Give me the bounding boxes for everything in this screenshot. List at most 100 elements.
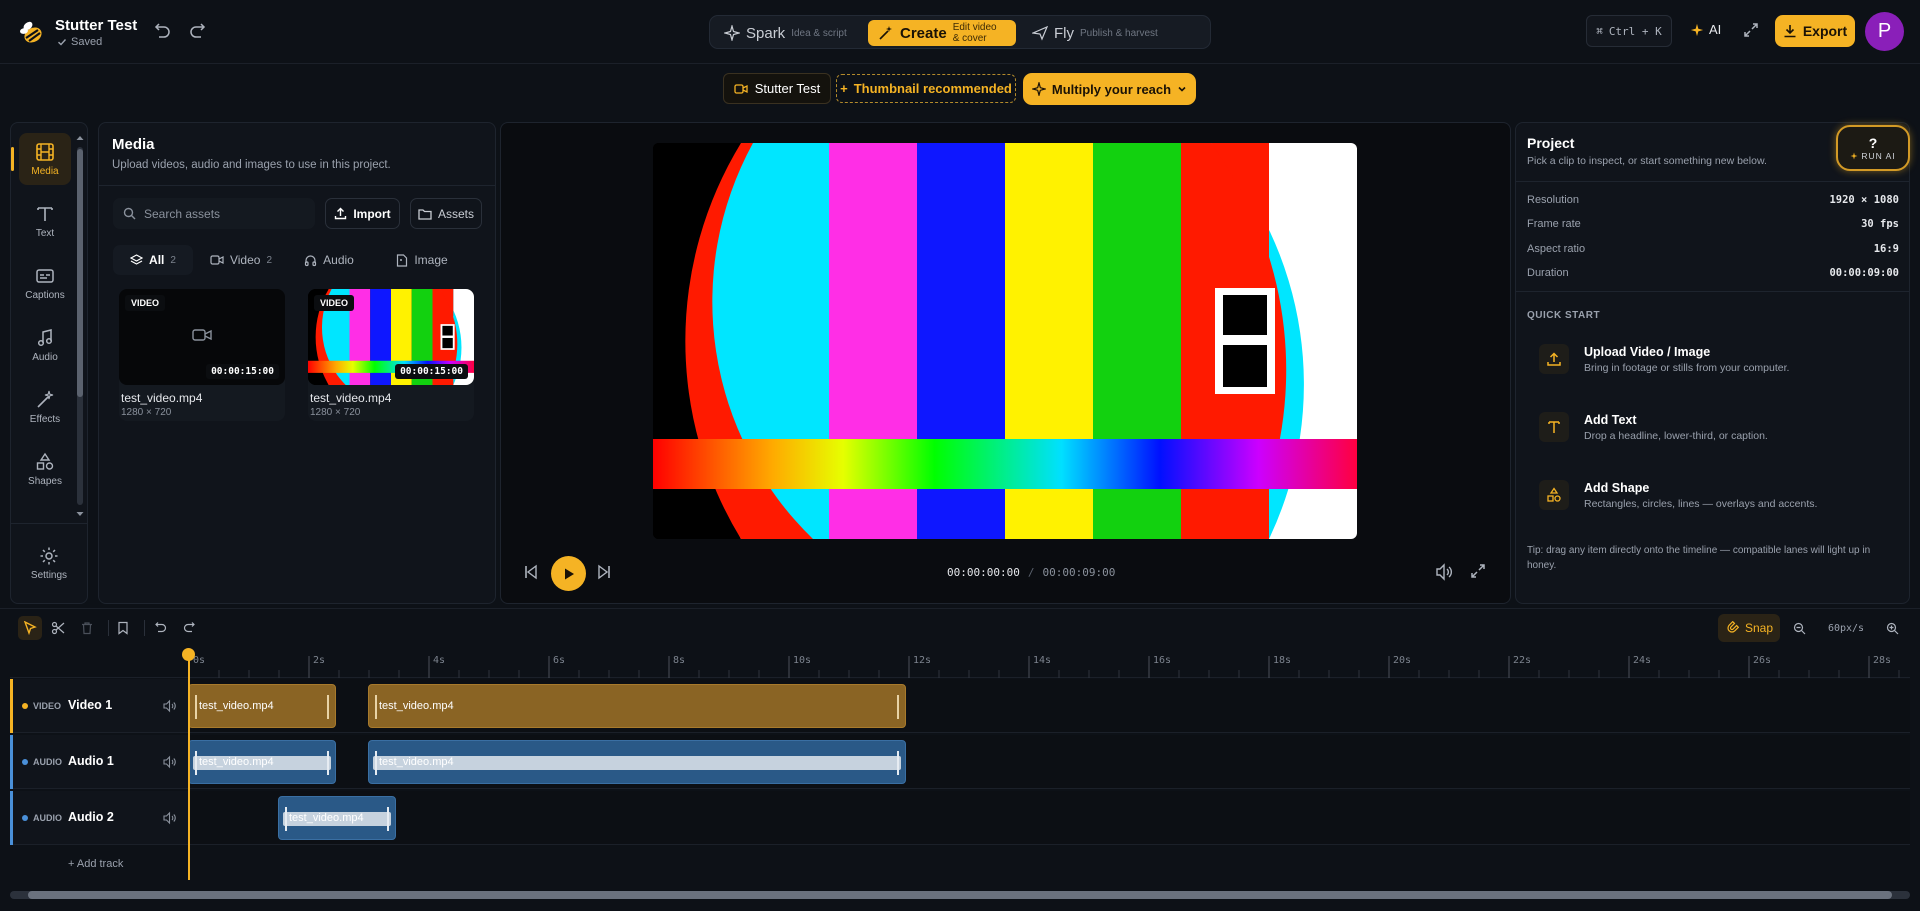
filter-tab-all[interactable]: All 2 (113, 245, 193, 275)
quick-start-add-shape[interactable]: Add Shape Rectangles, circles, lines — o… (1527, 470, 1897, 522)
user-avatar[interactable]: P (1865, 12, 1904, 51)
clip-trim-handle-right[interactable] (327, 695, 329, 719)
filter-tab-audio[interactable]: Audio (289, 245, 369, 275)
import-button[interactable]: Import (325, 198, 400, 229)
sparkle-icon (1031, 82, 1046, 96)
search-box[interactable] (113, 198, 315, 229)
snap-toggle[interactable]: Snap (1718, 614, 1780, 642)
undo-button[interactable] (153, 22, 173, 42)
search-input[interactable] (144, 206, 304, 221)
track-mute-button[interactable] (162, 754, 178, 770)
clip-trim-handle-right[interactable] (387, 807, 389, 831)
check-icon (57, 37, 67, 47)
filter-tab-video[interactable]: Video 2 (201, 245, 281, 275)
rail-item-text[interactable]: Text (19, 195, 71, 247)
asset-card-2[interactable]: VIDEO 00:00:15:00 test_video.mp4 1280 × … (308, 289, 474, 421)
video-clip[interactable]: test_video.mp4 (188, 684, 336, 728)
timeline-redo-button[interactable] (177, 616, 201, 640)
scroll-down-icon (76, 512, 84, 516)
ruler-label: 14s (1033, 655, 1051, 666)
zoom-in-button[interactable] (1886, 622, 1899, 635)
timeline-scroll-thumb[interactable] (28, 891, 1892, 899)
zoom-out-button[interactable] (1793, 622, 1806, 635)
delete-button[interactable] (75, 616, 99, 640)
sparkle-icon (724, 25, 740, 41)
chevron-down-icon (1177, 84, 1187, 94)
rail-item-media[interactable]: Media (11, 133, 71, 185)
add-track-button[interactable]: + Add track (68, 858, 123, 870)
rail-item-shapes[interactable]: Shapes (19, 443, 71, 495)
ruler-label: 2s (313, 655, 325, 666)
filter-tab-image[interactable]: Image (377, 245, 467, 275)
playhead-handle[interactable] (182, 648, 195, 661)
film-icon (35, 142, 55, 162)
track-header-audio-1[interactable]: AUDIO Audio 1 (10, 735, 188, 789)
quick-start-upload[interactable]: Upload Video / Image Bring in footage or… (1527, 334, 1897, 386)
asset-name: test_video.mp4 (121, 391, 203, 405)
quick-start-add-text[interactable]: Add Text Drop a headline, lower-third, o… (1527, 402, 1897, 454)
track-header-audio-2[interactable]: AUDIO Audio 2 (10, 791, 188, 845)
preview-fullscreen-button[interactable] (1469, 562, 1489, 582)
clip-trim-handle-right[interactable] (897, 751, 899, 775)
mode-spark[interactable]: Spark Idea & script (714, 20, 864, 46)
multiply-reach-button[interactable]: Multiply your reach (1023, 73, 1196, 105)
top-bar: Stutter Test Saved Spark Idea & script C… (0, 0, 1920, 64)
track-lane-audio-2[interactable] (188, 791, 1910, 845)
total-time: 00:00:09:00 (1042, 566, 1116, 579)
music-icon (35, 328, 55, 348)
track-header-video-1[interactable]: VIDEO Video 1 (10, 679, 188, 733)
folder-icon (418, 208, 432, 220)
audio-clip[interactable]: test_video.mp4 (368, 740, 906, 784)
timeline-undo-button[interactable] (149, 616, 173, 640)
asset-type-badge: VIDEO (125, 295, 166, 311)
clip-trim-handle-right[interactable] (327, 751, 329, 775)
play-icon (564, 568, 574, 579)
audio-clip[interactable]: test_video.mp4 (278, 796, 396, 840)
video-clip[interactable]: test_video.mp4 (368, 684, 906, 728)
play-button[interactable] (551, 556, 586, 591)
marker-button[interactable] (111, 616, 135, 640)
bookmark-icon (118, 621, 128, 635)
assets-button[interactable]: Assets (410, 198, 482, 229)
rail-scroll-thumb[interactable] (77, 149, 83, 397)
time-ruler[interactable]: 0s 2s 4s 6s 8s 10s 12s 14s 16s 18s 20s 22s 24s 26s 28s (188, 648, 1910, 678)
export-button[interactable]: Export (1775, 15, 1855, 47)
track-mute-button[interactable] (162, 698, 178, 714)
split-tool-button[interactable] (46, 616, 70, 640)
mode-switcher: Spark Idea & script Create Edit video & … (709, 15, 1211, 49)
project-chip[interactable]: Stutter Test (723, 73, 831, 104)
fullscreen-button[interactable] (1742, 21, 1762, 41)
select-tool-button[interactable] (18, 616, 42, 640)
ai-button[interactable]: AI (1690, 22, 1721, 37)
mode-create[interactable]: Create Edit video & cover (868, 20, 1016, 46)
rail-item-audio[interactable]: Audio (19, 319, 71, 371)
clip-trim-handle-left[interactable] (195, 751, 197, 775)
clip-trim-handle-right[interactable] (897, 695, 899, 719)
volume-button[interactable] (1434, 562, 1454, 582)
ruler-label: 20s (1393, 655, 1411, 666)
playhead[interactable] (188, 650, 190, 880)
rail-item-effects[interactable]: Effects (19, 381, 71, 433)
run-ai-button[interactable]: ? RUN AI (1836, 125, 1910, 171)
skip-forward-button[interactable] (595, 562, 615, 582)
rail-item-settings[interactable]: Settings (23, 537, 75, 589)
clip-trim-handle-left[interactable] (375, 751, 377, 775)
clip-trim-handle-left[interactable] (375, 695, 377, 719)
audio-clip[interactable]: test_video.mp4 (188, 740, 336, 784)
timeline-scrollbar[interactable] (10, 889, 1910, 901)
command-palette-button[interactable]: ⌘ Ctrl + K (1586, 15, 1672, 47)
redo-button[interactable] (187, 22, 207, 42)
clip-trim-handle-left[interactable] (285, 807, 287, 831)
skip-back-button[interactable] (522, 562, 542, 582)
clip-trim-handle-left[interactable] (195, 695, 197, 719)
track-mute-button[interactable] (162, 810, 178, 826)
video-preview[interactable] (653, 143, 1357, 539)
thumbnail-recommended-chip[interactable]: + Thumbnail recommended (836, 74, 1016, 103)
rail-item-captions[interactable]: Captions (19, 257, 71, 309)
clip-label: test_video.mp4 (199, 700, 274, 712)
upload-icon (334, 207, 347, 220)
project-title[interactable]: Stutter Test (55, 17, 137, 34)
mode-fly[interactable]: Fly Publish & harvest (1022, 20, 1172, 46)
asset-card-1[interactable]: VIDEO 00:00:15:00 test_video.mp4 1280 × … (119, 289, 285, 421)
rail-scrollbar[interactable] (75, 133, 85, 519)
